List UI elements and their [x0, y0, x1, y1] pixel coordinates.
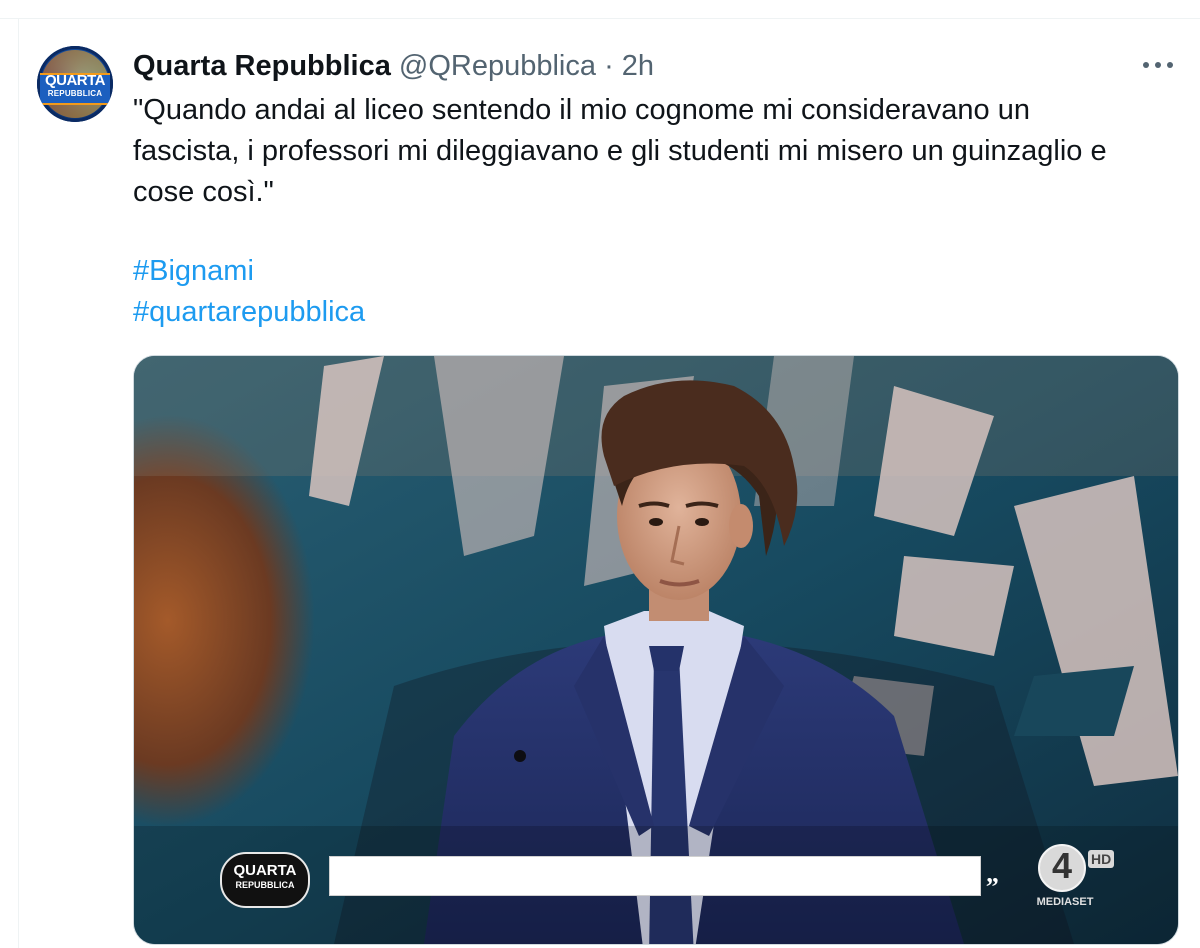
- caption-bar: [329, 856, 981, 896]
- display-name[interactable]: Quarta Repubblica: [133, 50, 391, 82]
- program-logo-overlay: QUARTA REPUBBLICA: [220, 852, 310, 908]
- hashtag-link[interactable]: #quartarepubblica: [133, 292, 365, 333]
- quote-mark: „: [986, 859, 999, 888]
- more-horizontal-icon[interactable]: [1136, 52, 1180, 78]
- channel-number: 4: [1051, 845, 1073, 886]
- avatar[interactable]: QUARTA REPUBBLICA: [37, 46, 113, 122]
- avatar-logo-subtext: REPUBBLICA: [47, 89, 103, 98]
- channel-logo: 4 HD MEDIASET: [1032, 840, 1116, 914]
- separator-dot: ·: [604, 50, 614, 82]
- hashtag-link[interactable]: #Bignami: [133, 251, 254, 292]
- program-logo-subtext: REPUBBLICA: [235, 880, 295, 890]
- tweet-text: "Quando andai al liceo sentendo il mio c…: [133, 94, 1107, 208]
- timestamp[interactable]: 2h: [622, 50, 654, 82]
- avatar-logo-text: QUARTA: [44, 72, 106, 89]
- user-handle[interactable]: @QRepubblica: [399, 50, 596, 82]
- program-logo-text: QUARTA: [233, 862, 297, 879]
- timeline-divider: [0, 18, 1200, 19]
- timeline-column-border: [18, 18, 19, 948]
- hd-badge: HD: [1088, 850, 1115, 868]
- tweet-header: Quarta Repubblica @QRepubblica · 2h: [133, 49, 654, 83]
- channel-name: MEDIASET: [1036, 896, 1094, 908]
- tweet-media-image[interactable]: QUARTA REPUBBLICA „ 4 HD MEDIASET: [133, 355, 1179, 945]
